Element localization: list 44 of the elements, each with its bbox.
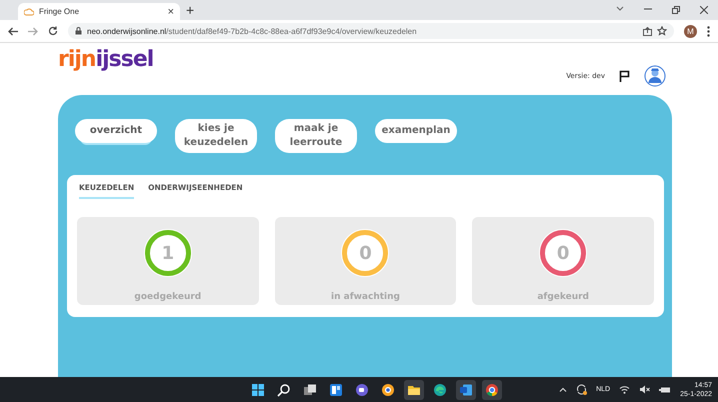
search-icon[interactable] [277,382,291,396]
cloud-icon [24,7,34,16]
browser-icon[interactable] [485,382,499,396]
status-count: 1 [162,242,174,264]
close-tab-button[interactable]: × [168,6,174,18]
task-view-icon[interactable] [303,382,317,396]
battery-icon[interactable] [659,386,672,394]
status-count: 0 [556,242,570,264]
chevron-down-icon[interactable] [616,6,624,12]
nav-tab[interactable]: examenplan [375,119,457,143]
nav-tab[interactable]: kies je keuzedelen [175,119,257,153]
chat-icon[interactable] [355,382,369,396]
more-icon[interactable] [707,26,710,36]
status-label: afgekeurd [537,292,589,302]
status-label: in afwachting [331,292,400,302]
muted-speaker-icon[interactable] [639,385,650,394]
url-text: neo.onderwijsonline.nl/student/daf8ef49-7b2b-4c8c-88ea-a6f7df93e9c4/overview/keuzedelen [87,26,417,36]
minimize-icon[interactable] [644,6,652,12]
swirl-icon[interactable] [433,382,447,396]
widgets-icon[interactable] [329,382,343,396]
nav-tab[interactable]: overzicht [75,119,157,143]
sync-icon[interactable] [576,384,588,395]
user-avatar-icon[interactable] [644,65,666,87]
nav-tab[interactable]: maak je leerroute [275,119,357,153]
logo: rijnijssel [58,47,154,72]
close-icon[interactable] [700,6,708,14]
browser-tab[interactable]: Fringe One × [18,3,180,20]
browser-icon[interactable] [381,382,395,396]
restore-icon[interactable] [672,6,680,14]
share-icon[interactable] [643,26,652,36]
lock-icon [75,27,82,35]
star-icon[interactable] [657,26,667,36]
chevron-up-icon[interactable] [559,387,568,392]
status-count: 0 [359,242,372,264]
tab-title: Fringe One [39,7,80,16]
status-label: goedgekeurd [134,292,202,302]
flag-icon[interactable] [619,70,630,82]
address-bar[interactable]: neo.onderwijsonline.nl/student/daf8ef49-7b2b-4c8c-88ea-a6f7df93e9c4/overview/keuzedelen [68,23,674,39]
profile-avatar[interactable]: M [684,24,697,38]
wifi-icon[interactable] [619,385,630,394]
windows-start-icon[interactable] [251,382,265,396]
back-arrow-icon[interactable] [8,26,18,36]
new-tab-button[interactable]: + [186,3,194,17]
reload-icon[interactable] [48,26,58,36]
